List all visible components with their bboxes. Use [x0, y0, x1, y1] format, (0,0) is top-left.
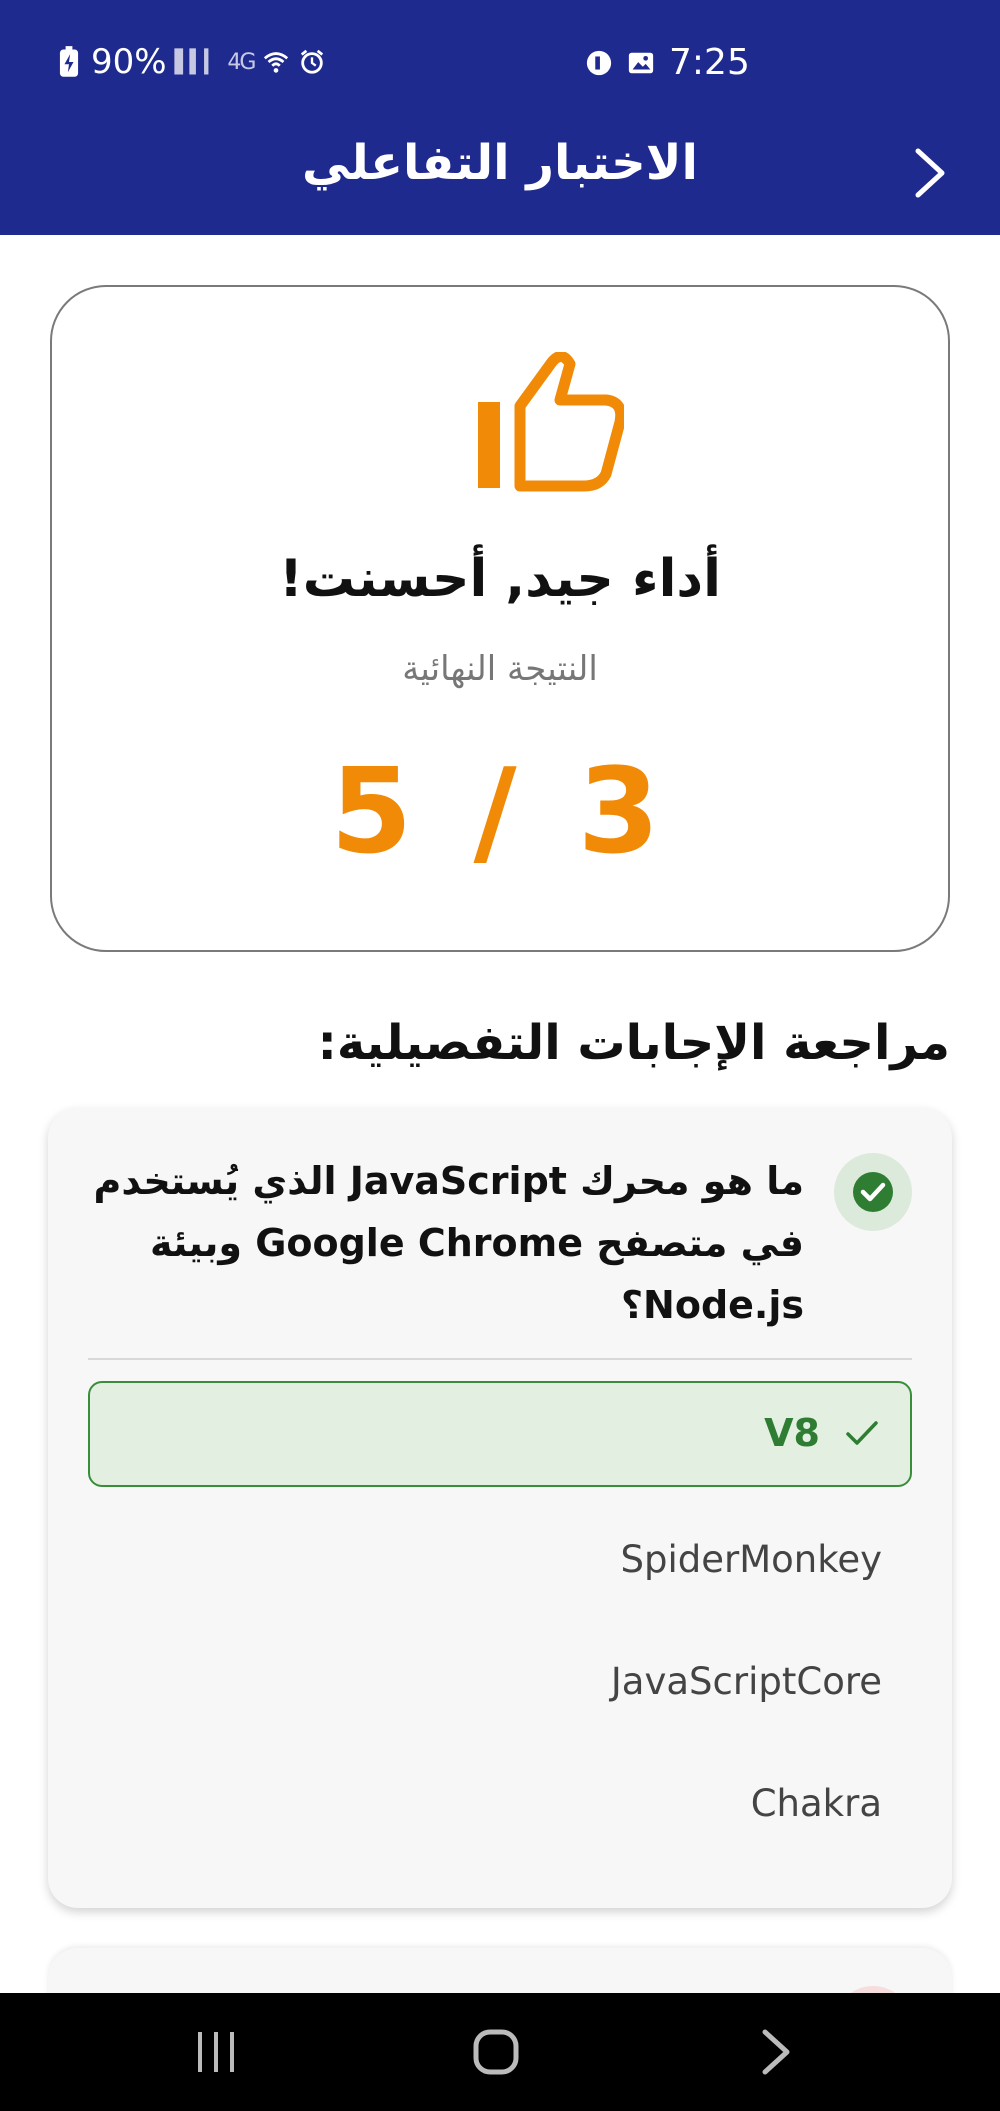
signal-icon: ▌▍▎	[174, 49, 222, 75]
thumbs-up-icon	[478, 352, 624, 492]
answer-option[interactable]: Chakra	[751, 1782, 882, 1825]
status-left: 90% ▌▍▎ 4G	[55, 42, 326, 82]
question-card: ما هو محرك JavaScript الذي يُستخدم في مت…	[48, 1108, 952, 1908]
recent-apps-icon	[198, 2032, 234, 2072]
recent-apps-button[interactable]	[156, 1993, 276, 2111]
network-type-label: 4G	[227, 49, 256, 75]
chevron-right-icon	[762, 2029, 790, 2075]
home-button[interactable]	[436, 1993, 556, 2111]
back-button[interactable]	[900, 143, 960, 203]
question-status-badge	[834, 1153, 912, 1231]
back-nav-button[interactable]	[716, 1993, 836, 2111]
answer-option-label: V8	[764, 1411, 820, 1455]
app-bar: الاختبار التفاعلي	[0, 125, 1000, 235]
status-bar: 90% ▌▍▎ 4G 7:25	[0, 0, 1000, 125]
app-notification-icon	[586, 50, 612, 75]
review-title: مراجعة الإجابات التفصيلية:	[317, 1015, 950, 1071]
result-subtitle: النتيجة النهائية	[402, 649, 598, 689]
clock-time: 7:25	[669, 42, 750, 83]
result-score: 5 / 3	[330, 742, 670, 880]
page-title: الاختبار التفاعلي	[302, 135, 698, 191]
battery-percent: 90%	[91, 42, 167, 82]
divider	[88, 1358, 912, 1360]
image-notification-icon	[628, 52, 654, 73]
system-nav-bar	[0, 1993, 1000, 2111]
result-card: أداء جيد, أحسنت! النتيجة النهائية 5 / 3	[50, 285, 950, 952]
answer-option[interactable]: SpiderMonkey	[621, 1538, 883, 1581]
check-circle-icon	[853, 1172, 893, 1212]
chevron-right-icon	[915, 148, 945, 198]
alarm-icon	[301, 49, 324, 74]
wifi-icon	[264, 52, 289, 73]
result-message: أداء جيد, أحسنت!	[279, 549, 721, 609]
answer-option-correct[interactable]: V8	[88, 1381, 912, 1487]
quiz-result-screen: 90% ▌▍▎ 4G 7:25 الاختبار التفاعلي أداء ج…	[0, 0, 1000, 2111]
home-icon	[473, 2029, 519, 2075]
battery-charging-icon	[59, 46, 79, 77]
answer-option[interactable]: JavaScriptCore	[611, 1660, 882, 1703]
check-icon	[846, 1421, 878, 1445]
status-right: 7:25	[585, 42, 750, 83]
question-text: ما هو محرك JavaScript الذي يُستخدم في مت…	[93, 1159, 804, 1327]
